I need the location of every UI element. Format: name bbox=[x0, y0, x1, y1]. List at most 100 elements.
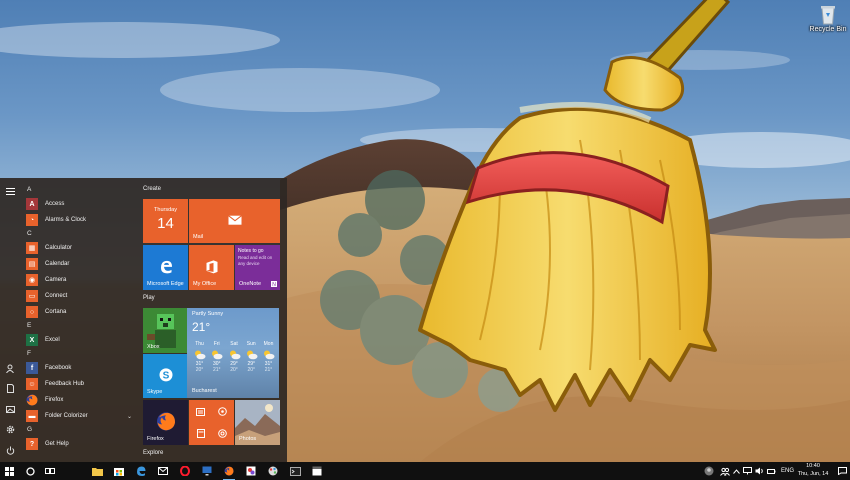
app-list-item[interactable]: X Excel bbox=[26, 333, 138, 347]
app-list-item[interactable]: A Access bbox=[26, 197, 138, 211]
section-letter-a[interactable]: A bbox=[27, 186, 31, 193]
forecast-day-name: Sat bbox=[230, 341, 238, 347]
taskbar-colorizer[interactable] bbox=[264, 462, 282, 480]
app-list-item[interactable]: ? Get Help bbox=[26, 437, 138, 451]
tray-volume[interactable] bbox=[753, 462, 765, 480]
edge-tile[interactable]: Microsoft Edge bbox=[143, 245, 188, 290]
tray-power[interactable] bbox=[765, 462, 777, 480]
partly-sunny-icon bbox=[243, 349, 260, 360]
app-list-item[interactable]: ▤ Calendar bbox=[26, 257, 138, 271]
news-tile[interactable] bbox=[190, 401, 211, 422]
taskbar-network-app[interactable] bbox=[198, 462, 216, 480]
calendar-tile[interactable]: Thursday 14 bbox=[143, 199, 188, 243]
section-letter-e[interactable]: E bbox=[27, 322, 31, 329]
app-list-item-label: Access bbox=[45, 201, 65, 207]
action-center-button[interactable] bbox=[834, 462, 850, 480]
app-list-item[interactable]: ☺ Feedback Hub bbox=[26, 377, 138, 391]
app-list-item-label: Facebook bbox=[45, 365, 72, 371]
small-tiles-group bbox=[189, 400, 234, 445]
get-help-icon: ? bbox=[26, 438, 38, 450]
taskbar-store[interactable] bbox=[110, 462, 128, 480]
feedback-hub-icon: ☺ bbox=[26, 378, 38, 390]
svg-text:S: S bbox=[162, 370, 169, 381]
onenote-tile-label: OneNote bbox=[239, 281, 262, 287]
partly-sunny-icon bbox=[191, 349, 208, 360]
terminal-icon bbox=[289, 466, 301, 476]
forecast-day-name: Thu bbox=[195, 341, 204, 347]
app-list-item-label: Connect bbox=[45, 293, 68, 299]
palette-icon bbox=[268, 466, 278, 476]
skype-tile[interactable]: S Skype bbox=[143, 354, 188, 398]
weather-tile[interactable]: Partly Sunny 21° Thu 31° 20° Fri 30° 21° Sat 29… bbox=[187, 308, 279, 398]
hamburger-menu-button[interactable] bbox=[3, 184, 17, 198]
cortana-search-button[interactable] bbox=[21, 462, 39, 480]
forecast-low: 20° bbox=[195, 367, 204, 373]
app-list-item[interactable]: ○ Cortana bbox=[26, 305, 138, 319]
section-letter-f[interactable]: F bbox=[27, 350, 31, 357]
window-icon bbox=[312, 466, 322, 476]
task-view-button[interactable] bbox=[41, 462, 59, 480]
taskbar-mail[interactable] bbox=[154, 462, 172, 480]
start-button[interactable] bbox=[0, 462, 18, 480]
app-list-item[interactable]: ▦ Calculator bbox=[26, 241, 138, 255]
folder-icon bbox=[91, 467, 103, 476]
app-list-item[interactable]: ▬ Folder Colorizer ⌄ bbox=[26, 409, 138, 423]
app-list-item-label: Firefox bbox=[45, 397, 64, 403]
chevron-down-icon[interactable]: ⌄ bbox=[127, 413, 132, 420]
speaker-icon bbox=[755, 467, 763, 475]
taskbar-firefox[interactable] bbox=[220, 462, 238, 480]
app-list-item[interactable]: ◔ Alarms & Clock bbox=[26, 213, 138, 227]
start-menu-rail bbox=[0, 178, 20, 462]
mail-icon bbox=[158, 467, 168, 475]
tray-clock[interactable]: 10:40 Thu, Jun, 14 bbox=[793, 463, 833, 478]
firefox-tile[interactable]: Firefox bbox=[143, 400, 188, 445]
calendar-icon: ▤ bbox=[26, 258, 38, 270]
mail-icon bbox=[227, 215, 242, 225]
alarm-clock-icon: ◔ bbox=[26, 214, 38, 226]
mail-tile[interactable]: Mail bbox=[189, 199, 280, 243]
xbox-tile[interactable]: Xbox bbox=[143, 308, 188, 353]
cortana-icon bbox=[25, 466, 35, 476]
recycle-bin[interactable]: Recycle Bin bbox=[808, 3, 848, 33]
app-list-item[interactable]: ▭ Connect bbox=[26, 289, 138, 303]
section-letter-g[interactable]: G bbox=[27, 426, 32, 433]
power-button[interactable] bbox=[3, 443, 17, 457]
app-list-item[interactable]: ◉ Camera bbox=[26, 273, 138, 287]
camera-tile[interactable] bbox=[212, 423, 233, 444]
app-list-item-label: Cortana bbox=[45, 309, 67, 315]
notification-icon bbox=[837, 467, 847, 475]
photos-tile[interactable]: Photos bbox=[235, 400, 280, 445]
user-account-button[interactable] bbox=[3, 361, 17, 375]
onenote-tile[interactable]: Notes to go Read and edit on any device … bbox=[235, 245, 280, 290]
pictures-button[interactable] bbox=[3, 402, 17, 416]
section-letter-c[interactable]: C bbox=[27, 230, 32, 237]
taskbar-paint[interactable] bbox=[242, 462, 260, 480]
avatar-icon bbox=[704, 466, 714, 476]
taskbar-app-window[interactable] bbox=[308, 462, 326, 480]
taskbar-edge[interactable] bbox=[132, 462, 150, 480]
groove-music-tile[interactable] bbox=[212, 401, 233, 422]
taskbar-file-explorer[interactable] bbox=[88, 462, 106, 480]
app-list-item-label: Feedback Hub bbox=[45, 381, 85, 387]
app-list-item[interactable]: f Facebook bbox=[26, 361, 138, 375]
forecast-day: Mon 31° 21° bbox=[260, 341, 277, 373]
photos-tile-label: Photos bbox=[239, 436, 257, 442]
taskbar-opera[interactable] bbox=[176, 462, 194, 480]
forecast-low: 21° bbox=[212, 367, 221, 373]
clock-time: 10:40 bbox=[806, 463, 820, 469]
calculator-tile[interactable] bbox=[190, 423, 211, 444]
network-icon bbox=[742, 467, 752, 475]
forecast-low: 20° bbox=[247, 367, 256, 373]
office-icon bbox=[206, 259, 217, 273]
weather-forecast: Thu 31° 20° Fri 30° 21° Sat 29° 20° Sun 29° 20° Mon 3… bbox=[191, 341, 277, 373]
svg-text:N: N bbox=[272, 282, 276, 287]
taskbar-terminal[interactable] bbox=[286, 462, 304, 480]
app-list-item[interactable]: Firefox bbox=[26, 393, 138, 407]
tray-network[interactable] bbox=[741, 462, 753, 480]
settings-button[interactable] bbox=[3, 422, 17, 436]
start-menu: A A Access ◔ Alarms & Clock C ▦ Calculator ▤ Cale… bbox=[0, 178, 287, 462]
app-list-item-label: Excel bbox=[45, 337, 60, 343]
office-tile[interactable]: My Office bbox=[189, 245, 234, 290]
documents-button[interactable] bbox=[3, 381, 17, 395]
weather-temperature: 21° bbox=[192, 320, 211, 334]
